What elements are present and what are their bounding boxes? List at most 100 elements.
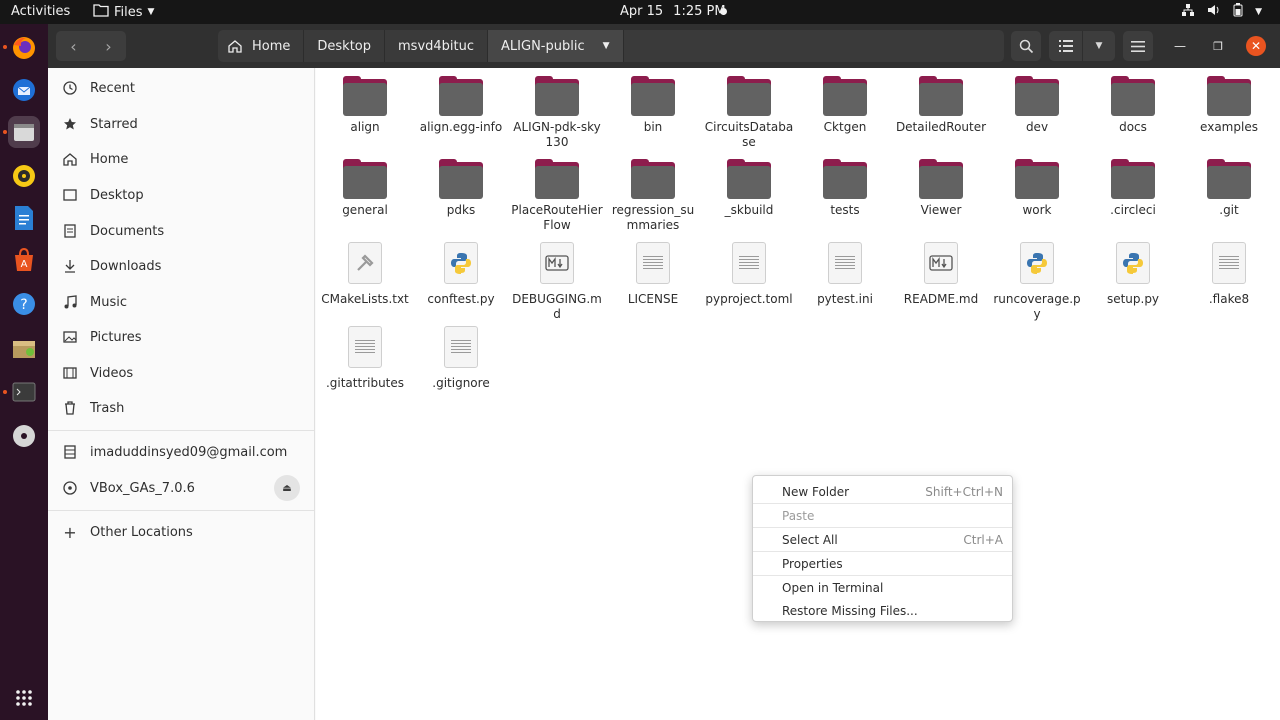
sidebar-item-documents[interactable]: Documents: [48, 214, 314, 248]
breadcrumb-msvd4bituc[interactable]: msvd4bituc: [385, 30, 489, 62]
file-item[interactable]: .gitattributes: [317, 326, 413, 391]
file-item[interactable]: pytest.ini: [797, 242, 893, 307]
forward-button[interactable]: ›: [91, 31, 126, 61]
item-name: align: [350, 120, 380, 134]
back-button[interactable]: ‹: [56, 31, 91, 61]
menu-item-open-in-terminal[interactable]: Open in Terminal: [753, 576, 1012, 599]
firefox-icon[interactable]: [8, 32, 40, 64]
menu-item-properties[interactable]: Properties: [753, 552, 1012, 575]
clock[interactable]: Apr 15 1:25 PM: [620, 4, 726, 19]
breadcrumb-desktop[interactable]: Desktop: [304, 30, 386, 62]
breadcrumb-home[interactable]: Home: [218, 30, 305, 62]
view-options-button[interactable]: ▼: [1083, 31, 1115, 61]
vbox-additions-icon[interactable]: [8, 332, 40, 364]
network-icon[interactable]: [1181, 3, 1195, 21]
terminal-icon[interactable]: [8, 376, 40, 408]
menu-item-restore-missing-files[interactable]: Restore Missing Files...: [753, 599, 1012, 622]
file-item[interactable]: pyproject.toml: [701, 242, 797, 307]
optical-disc-icon[interactable]: [8, 420, 40, 452]
folder-icon: [1207, 76, 1251, 116]
file-item[interactable]: CMakeLists.txt: [317, 242, 413, 307]
main-menu-button[interactable]: [1123, 31, 1153, 61]
libreoffice-writer-icon[interactable]: [8, 202, 40, 234]
folder-item[interactable]: _skbuild: [701, 159, 797, 218]
breadcrumb-align-public[interactable]: ALIGN-public ▼: [488, 30, 624, 62]
folder-item[interactable]: tests: [797, 159, 893, 218]
ubuntu-software-icon[interactable]: A: [8, 244, 40, 276]
sidebar-item-other-locations[interactable]: + Other Locations: [48, 515, 314, 549]
files-icon[interactable]: [8, 116, 40, 148]
search-button[interactable]: [1011, 31, 1041, 61]
sidebar-item-downloads[interactable]: Downloads: [48, 249, 314, 283]
menu-item-select-all[interactable]: Select All Ctrl+A: [753, 528, 1012, 551]
sidebar-item-pictures[interactable]: Pictures: [48, 320, 314, 354]
search-icon: [1019, 39, 1034, 54]
menu-item-label: Properties: [782, 556, 843, 571]
folder-icon: [535, 76, 579, 116]
file-item[interactable]: setup.py: [1085, 242, 1181, 307]
folder-item[interactable]: .git: [1181, 159, 1277, 218]
thunderbird-icon[interactable]: [8, 74, 40, 106]
sidebar-item-recent[interactable]: Recent: [48, 71, 314, 105]
folder-item[interactable]: regression_summaries: [605, 159, 701, 233]
sidebar-item-online-account[interactable]: imaduddinsyed09@gmail.com: [48, 435, 314, 469]
folder-item[interactable]: align: [317, 76, 413, 135]
sidebar-item-trash[interactable]: Trash: [48, 391, 314, 425]
sidebar-item-home[interactable]: Home: [48, 142, 314, 176]
folder-item[interactable]: work: [989, 159, 1085, 218]
file-item[interactable]: LICENSE: [605, 242, 701, 307]
folder-item[interactable]: pdks: [413, 159, 509, 218]
folder-item[interactable]: Viewer: [893, 159, 989, 218]
folder-item[interactable]: Cktgen: [797, 76, 893, 135]
folder-item[interactable]: PlaceRouteHierFlow: [509, 159, 605, 233]
file-item[interactable]: DEBUGGING.md: [509, 242, 605, 322]
app-menu[interactable]: Files ▼: [93, 3, 154, 21]
file-item[interactable]: .flake8: [1181, 242, 1277, 307]
item-name: DEBUGGING.md: [512, 292, 602, 321]
folder-item[interactable]: dev: [989, 76, 1085, 135]
system-tray[interactable]: ▼: [1181, 3, 1262, 21]
help-icon[interactable]: ?: [8, 288, 40, 320]
sidebar-item-starred[interactable]: Starred: [48, 107, 314, 141]
folder-item[interactable]: DetailedRouter: [893, 76, 989, 135]
sidebar-item-desktop[interactable]: Desktop: [48, 178, 314, 212]
folder-item[interactable]: .circleci: [1085, 159, 1181, 218]
folder-item[interactable]: CircuitsDatabase: [701, 76, 797, 150]
text-lines-icon: [355, 340, 375, 354]
minimize-button[interactable]: —: [1170, 36, 1190, 56]
restore-icon: ❐: [1213, 39, 1223, 53]
rhythmbox-icon[interactable]: [8, 160, 40, 192]
sidebar-item-videos[interactable]: Videos: [48, 356, 314, 390]
folder-item[interactable]: bin: [605, 76, 701, 135]
folder-item[interactable]: examples: [1181, 76, 1277, 135]
sidebar-item-vbox-disc[interactable]: VBox_GAs_7.0.6 ⏏: [48, 471, 314, 505]
file-grid[interactable]: align align.egg-info ALIGN-pdk-sky130 bin Ci…: [316, 68, 1280, 720]
file-item[interactable]: conftest.py: [413, 242, 509, 307]
item-name: CMakeLists.txt: [321, 292, 409, 306]
file-item[interactable]: runcoverage.py: [989, 242, 1085, 322]
sidebar-item-label: Documents: [90, 223, 165, 239]
folder-item[interactable]: general: [317, 159, 413, 218]
breadcrumb-label: ALIGN-public: [501, 38, 585, 54]
folder-item[interactable]: ALIGN-pdk-sky130: [509, 76, 605, 150]
sidebar-item-music[interactable]: Music: [48, 285, 314, 319]
python-file-icon: [1020, 242, 1054, 284]
file-item[interactable]: .gitignore: [413, 326, 509, 391]
chevron-down-icon[interactable]: ▼: [603, 41, 610, 51]
close-button[interactable]: ✕: [1246, 36, 1266, 56]
item-name: .gitattributes: [325, 376, 405, 390]
system-menu-caret-icon[interactable]: ▼: [1255, 7, 1262, 17]
activities-button[interactable]: Activities: [11, 4, 70, 19]
folder-item[interactable]: align.egg-info: [413, 76, 509, 135]
maximize-button[interactable]: ❐: [1208, 36, 1228, 56]
battery-icon[interactable]: [1233, 3, 1243, 21]
eject-button[interactable]: ⏏: [274, 475, 300, 501]
volume-icon[interactable]: [1207, 3, 1221, 21]
menu-item-paste[interactable]: Paste: [753, 504, 1012, 527]
star-icon: [60, 117, 80, 131]
list-view-button[interactable]: [1049, 31, 1083, 61]
file-item[interactable]: README.md: [893, 242, 989, 307]
menu-item-new-folder[interactable]: New Folder Shift+Ctrl+N: [753, 480, 1012, 503]
app-grid-icon[interactable]: [8, 682, 40, 714]
folder-item[interactable]: docs: [1085, 76, 1181, 135]
